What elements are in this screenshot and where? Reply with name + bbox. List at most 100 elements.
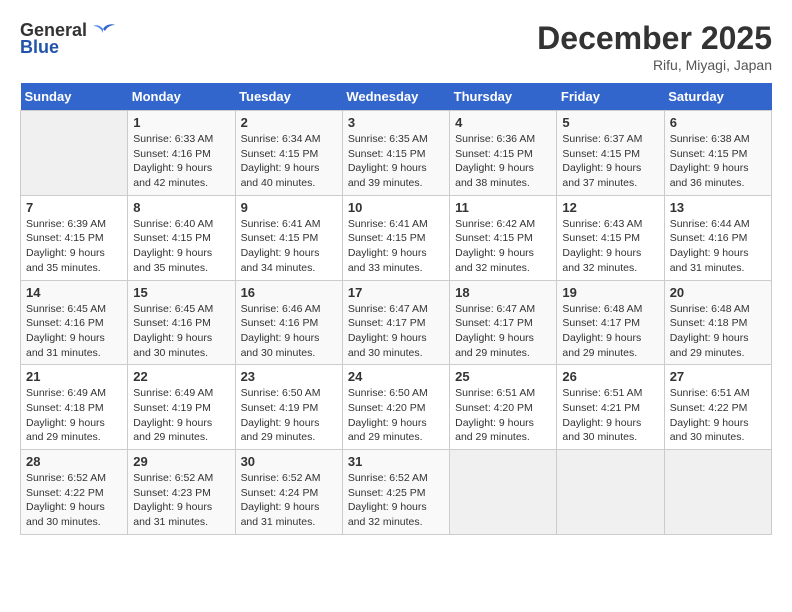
day-number: 22 — [133, 369, 229, 384]
column-header-sunday: Sunday — [21, 83, 128, 111]
day-number: 4 — [455, 115, 551, 130]
day-number: 27 — [670, 369, 766, 384]
day-number: 3 — [348, 115, 444, 130]
calendar-cell: 8 Sunrise: 6:40 AM Sunset: 4:15 PM Daylig… — [128, 195, 235, 280]
day-number: 7 — [26, 200, 122, 215]
logo: General Blue — [20, 20, 117, 58]
day-number: 13 — [670, 200, 766, 215]
day-info: Sunrise: 6:33 AM Sunset: 4:16 PM Dayligh… — [133, 132, 229, 191]
day-info: Sunrise: 6:51 AM Sunset: 4:20 PM Dayligh… — [455, 386, 551, 445]
calendar-cell: 17 Sunrise: 6:47 AM Sunset: 4:17 PM Dayli… — [342, 280, 449, 365]
logo-blue-text: Blue — [20, 37, 59, 58]
calendar-cell: 29 Sunrise: 6:52 AM Sunset: 4:23 PM Dayli… — [128, 450, 235, 535]
location: Rifu, Miyagi, Japan — [537, 57, 772, 73]
day-number: 30 — [241, 454, 337, 469]
day-number: 8 — [133, 200, 229, 215]
column-header-saturday: Saturday — [664, 83, 771, 111]
day-info: Sunrise: 6:45 AM Sunset: 4:16 PM Dayligh… — [26, 302, 122, 361]
calendar-cell: 22 Sunrise: 6:49 AM Sunset: 4:19 PM Dayli… — [128, 365, 235, 450]
day-number: 16 — [241, 285, 337, 300]
day-info: Sunrise: 6:48 AM Sunset: 4:18 PM Dayligh… — [670, 302, 766, 361]
day-info: Sunrise: 6:38 AM Sunset: 4:15 PM Dayligh… — [670, 132, 766, 191]
day-info: Sunrise: 6:52 AM Sunset: 4:25 PM Dayligh… — [348, 471, 444, 530]
calendar-cell: 14Sunrise: 6:45 AM Sunset: 4:16 PM Dayli… — [21, 280, 128, 365]
day-number: 24 — [348, 369, 444, 384]
calendar-cell: 16 Sunrise: 6:46 AM Sunset: 4:16 PM Dayli… — [235, 280, 342, 365]
day-number: 31 — [348, 454, 444, 469]
day-number: 26 — [562, 369, 658, 384]
calendar-week-3: 14Sunrise: 6:45 AM Sunset: 4:16 PM Dayli… — [21, 280, 772, 365]
day-info: Sunrise: 6:47 AM Sunset: 4:17 PM Dayligh… — [455, 302, 551, 361]
calendar-cell: 9 Sunrise: 6:41 AM Sunset: 4:15 PM Daylig… — [235, 195, 342, 280]
day-info: Sunrise: 6:36 AM Sunset: 4:15 PM Dayligh… — [455, 132, 551, 191]
calendar-cell: 15 Sunrise: 6:45 AM Sunset: 4:16 PM Dayli… — [128, 280, 235, 365]
day-number: 17 — [348, 285, 444, 300]
day-info: Sunrise: 6:40 AM Sunset: 4:15 PM Dayligh… — [133, 217, 229, 276]
page-header: General Blue December 2025 Rifu, Miyagi,… — [20, 20, 772, 73]
calendar-cell: 18 Sunrise: 6:47 AM Sunset: 4:17 PM Dayli… — [450, 280, 557, 365]
day-number: 12 — [562, 200, 658, 215]
calendar-cell: 20 Sunrise: 6:48 AM Sunset: 4:18 PM Dayli… — [664, 280, 771, 365]
day-info: Sunrise: 6:37 AM Sunset: 4:15 PM Dayligh… — [562, 132, 658, 191]
calendar-cell: 23Sunrise: 6:50 AM Sunset: 4:19 PM Dayli… — [235, 365, 342, 450]
day-info: Sunrise: 6:43 AM Sunset: 4:15 PM Dayligh… — [562, 217, 658, 276]
day-number: 28 — [26, 454, 122, 469]
calendar-cell: 1 Sunrise: 6:33 AM Sunset: 4:16 PM Daylig… — [128, 111, 235, 196]
day-info: Sunrise: 6:46 AM Sunset: 4:16 PM Dayligh… — [241, 302, 337, 361]
calendar-table: SundayMondayTuesdayWednesdayThursdayFrid… — [20, 83, 772, 535]
day-info: Sunrise: 6:51 AM Sunset: 4:21 PM Dayligh… — [562, 386, 658, 445]
day-info: Sunrise: 6:35 AM Sunset: 4:15 PM Dayligh… — [348, 132, 444, 191]
calendar-cell — [21, 111, 128, 196]
day-info: Sunrise: 6:45 AM Sunset: 4:16 PM Dayligh… — [133, 302, 229, 361]
calendar-cell: 3 Sunrise: 6:35 AM Sunset: 4:15 PM Daylig… — [342, 111, 449, 196]
calendar-cell: 26 Sunrise: 6:51 AM Sunset: 4:21 PM Dayli… — [557, 365, 664, 450]
column-header-thursday: Thursday — [450, 83, 557, 111]
calendar-cell: 4 Sunrise: 6:36 AM Sunset: 4:15 PM Daylig… — [450, 111, 557, 196]
calendar-week-1: 1 Sunrise: 6:33 AM Sunset: 4:16 PM Daylig… — [21, 111, 772, 196]
column-header-tuesday: Tuesday — [235, 83, 342, 111]
day-info: Sunrise: 6:52 AM Sunset: 4:23 PM Dayligh… — [133, 471, 229, 530]
day-info: Sunrise: 6:34 AM Sunset: 4:15 PM Dayligh… — [241, 132, 337, 191]
calendar-cell: 31 Sunrise: 6:52 AM Sunset: 4:25 PM Dayli… — [342, 450, 449, 535]
calendar-week-5: 28 Sunrise: 6:52 AM Sunset: 4:22 PM Dayli… — [21, 450, 772, 535]
day-number: 1 — [133, 115, 229, 130]
day-info: Sunrise: 6:50 AM Sunset: 4:20 PM Dayligh… — [348, 386, 444, 445]
calendar-cell: 7 Sunrise: 6:39 AM Sunset: 4:15 PM Daylig… — [21, 195, 128, 280]
day-info: Sunrise: 6:44 AM Sunset: 4:16 PM Dayligh… — [670, 217, 766, 276]
day-number: 15 — [133, 285, 229, 300]
title-section: December 2025 Rifu, Miyagi, Japan — [537, 20, 772, 73]
calendar-cell — [557, 450, 664, 535]
day-info: Sunrise: 6:51 AM Sunset: 4:22 PM Dayligh… — [670, 386, 766, 445]
day-number: 20 — [670, 285, 766, 300]
column-header-wednesday: Wednesday — [342, 83, 449, 111]
day-number: 6 — [670, 115, 766, 130]
month-title: December 2025 — [537, 20, 772, 57]
day-number: 18 — [455, 285, 551, 300]
day-number: 29 — [133, 454, 229, 469]
day-info: Sunrise: 6:52 AM Sunset: 4:24 PM Dayligh… — [241, 471, 337, 530]
calendar-cell — [450, 450, 557, 535]
calendar-cell — [664, 450, 771, 535]
logo-bird-icon — [89, 21, 117, 41]
day-number: 23 — [241, 369, 337, 384]
calendar-week-2: 7 Sunrise: 6:39 AM Sunset: 4:15 PM Daylig… — [21, 195, 772, 280]
day-number: 9 — [241, 200, 337, 215]
day-info: Sunrise: 6:39 AM Sunset: 4:15 PM Dayligh… — [26, 217, 122, 276]
calendar-cell: 10 Sunrise: 6:41 AM Sunset: 4:15 PM Dayli… — [342, 195, 449, 280]
calendar-cell: 5Sunrise: 6:37 AM Sunset: 4:15 PM Daylig… — [557, 111, 664, 196]
column-header-monday: Monday — [128, 83, 235, 111]
day-info: Sunrise: 6:41 AM Sunset: 4:15 PM Dayligh… — [348, 217, 444, 276]
calendar-cell: 6 Sunrise: 6:38 AM Sunset: 4:15 PM Daylig… — [664, 111, 771, 196]
day-info: Sunrise: 6:49 AM Sunset: 4:18 PM Dayligh… — [26, 386, 122, 445]
day-info: Sunrise: 6:52 AM Sunset: 4:22 PM Dayligh… — [26, 471, 122, 530]
day-info: Sunrise: 6:49 AM Sunset: 4:19 PM Dayligh… — [133, 386, 229, 445]
calendar-cell: 21Sunrise: 6:49 AM Sunset: 4:18 PM Dayli… — [21, 365, 128, 450]
day-info: Sunrise: 6:48 AM Sunset: 4:17 PM Dayligh… — [562, 302, 658, 361]
calendar-cell: 13 Sunrise: 6:44 AM Sunset: 4:16 PM Dayli… — [664, 195, 771, 280]
day-number: 10 — [348, 200, 444, 215]
day-info: Sunrise: 6:47 AM Sunset: 4:17 PM Dayligh… — [348, 302, 444, 361]
calendar-header-row: SundayMondayTuesdayWednesdayThursdayFrid… — [21, 83, 772, 111]
day-info: Sunrise: 6:41 AM Sunset: 4:15 PM Dayligh… — [241, 217, 337, 276]
calendar-cell: 27 Sunrise: 6:51 AM Sunset: 4:22 PM Dayli… — [664, 365, 771, 450]
day-number: 2 — [241, 115, 337, 130]
